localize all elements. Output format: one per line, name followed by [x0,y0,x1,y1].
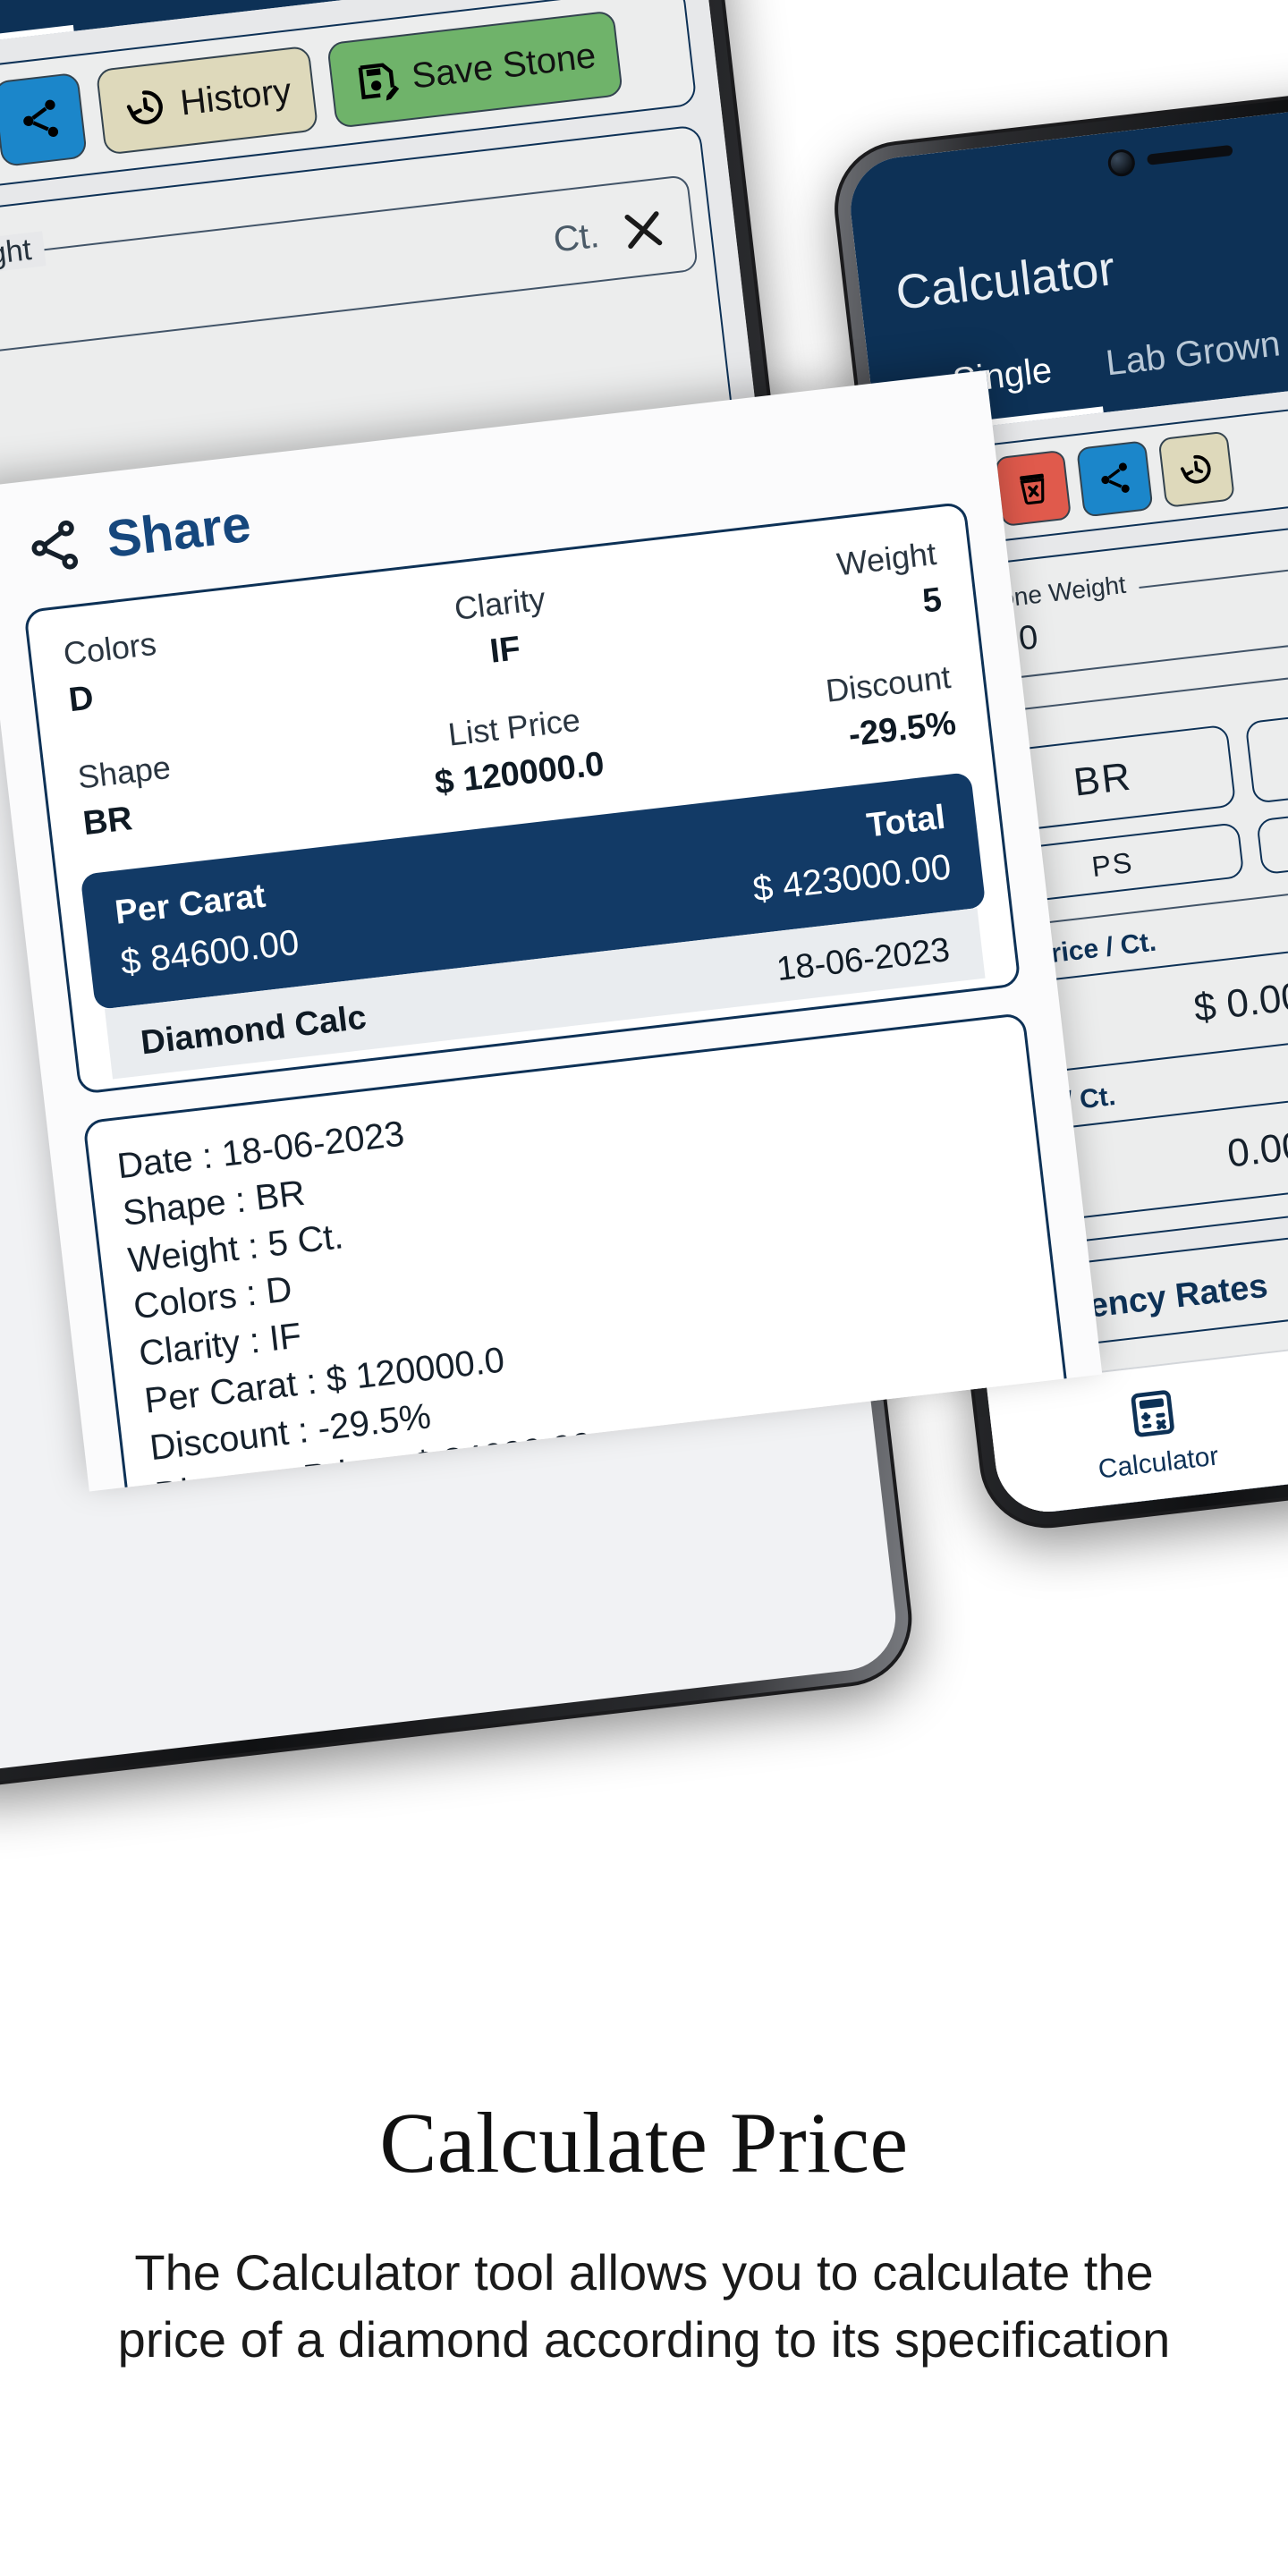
history-button[interactable]: History [95,45,319,156]
summary-discount: Discount -29.5% [657,658,958,776]
history-button-right[interactable] [1157,430,1235,508]
close-icon[interactable] [615,202,671,258]
promo-screenshot: Calculator Single Lab Grown DOS [0,0,1288,2576]
marketing-headline: Calculate Price [379,2095,909,2190]
marketing-copy: Calculate Price The Calculator tool allo… [0,2093,1288,2373]
summary-shape: Shape BR [76,725,377,843]
share-card-date: 18-06-2023 [775,931,953,989]
nav-item-calculator[interactable]: Calculator [989,1369,1288,1496]
summary-colors: Colors D [62,602,362,720]
stone-summary-card: Colors D Clarity IF Weight 5 Shape BR Li… [23,501,1021,1095]
summary-weight: Weight 5 [643,535,944,653]
share-icon [31,520,78,570]
app-name-label: Diamond Calc [139,998,369,1063]
share-button-right[interactable] [1076,440,1154,518]
history-icon [126,90,163,124]
delete-button-right[interactable] [994,449,1072,528]
share-button[interactable] [0,72,88,168]
front-camera-icon [1106,148,1137,178]
total-block: Total $ 423000.00 [745,799,953,911]
history-label: History [178,71,293,123]
summary-clarity: Clarity IF [352,569,653,687]
share-sheet-title: Share [104,494,254,569]
marketing-body: The Calculator tool allows you to calcul… [117,2244,1171,2368]
save-stone-icon [359,63,400,101]
stone-weight-unit: Ct. [551,215,602,260]
calculator-icon [1131,1389,1174,1436]
share-icon [23,99,59,138]
shape-chip-d[interactable]: D [1244,692,1288,804]
total-value: $ 423000.00 [750,847,953,910]
delete-icon [1020,473,1045,505]
share-icon [1101,462,1130,493]
per-carat-label: Per Carat [113,877,268,932]
page-title-right: Calculator [893,241,1118,320]
summary-list-price: List Price $ 120000.0 [367,692,667,810]
earpiece-speaker [1146,144,1233,165]
save-stone-label: Save Stone [409,35,598,97]
save-stone-button[interactable]: Save Stone [326,10,624,129]
history-icon [1180,454,1211,484]
per-carat-value: $ 84600.00 [118,922,301,983]
share-sheet: Share Colors D Clarity IF Weight 5 Shape… [0,369,1103,1492]
share-text-card: Date : 18-06-2023 Shape : BR Weight : 5 … [82,1012,1080,1492]
stone-weight-value-right: 0 [1016,618,1040,658]
per-carat-block: Per Carat $ 84600.00 [113,874,301,983]
